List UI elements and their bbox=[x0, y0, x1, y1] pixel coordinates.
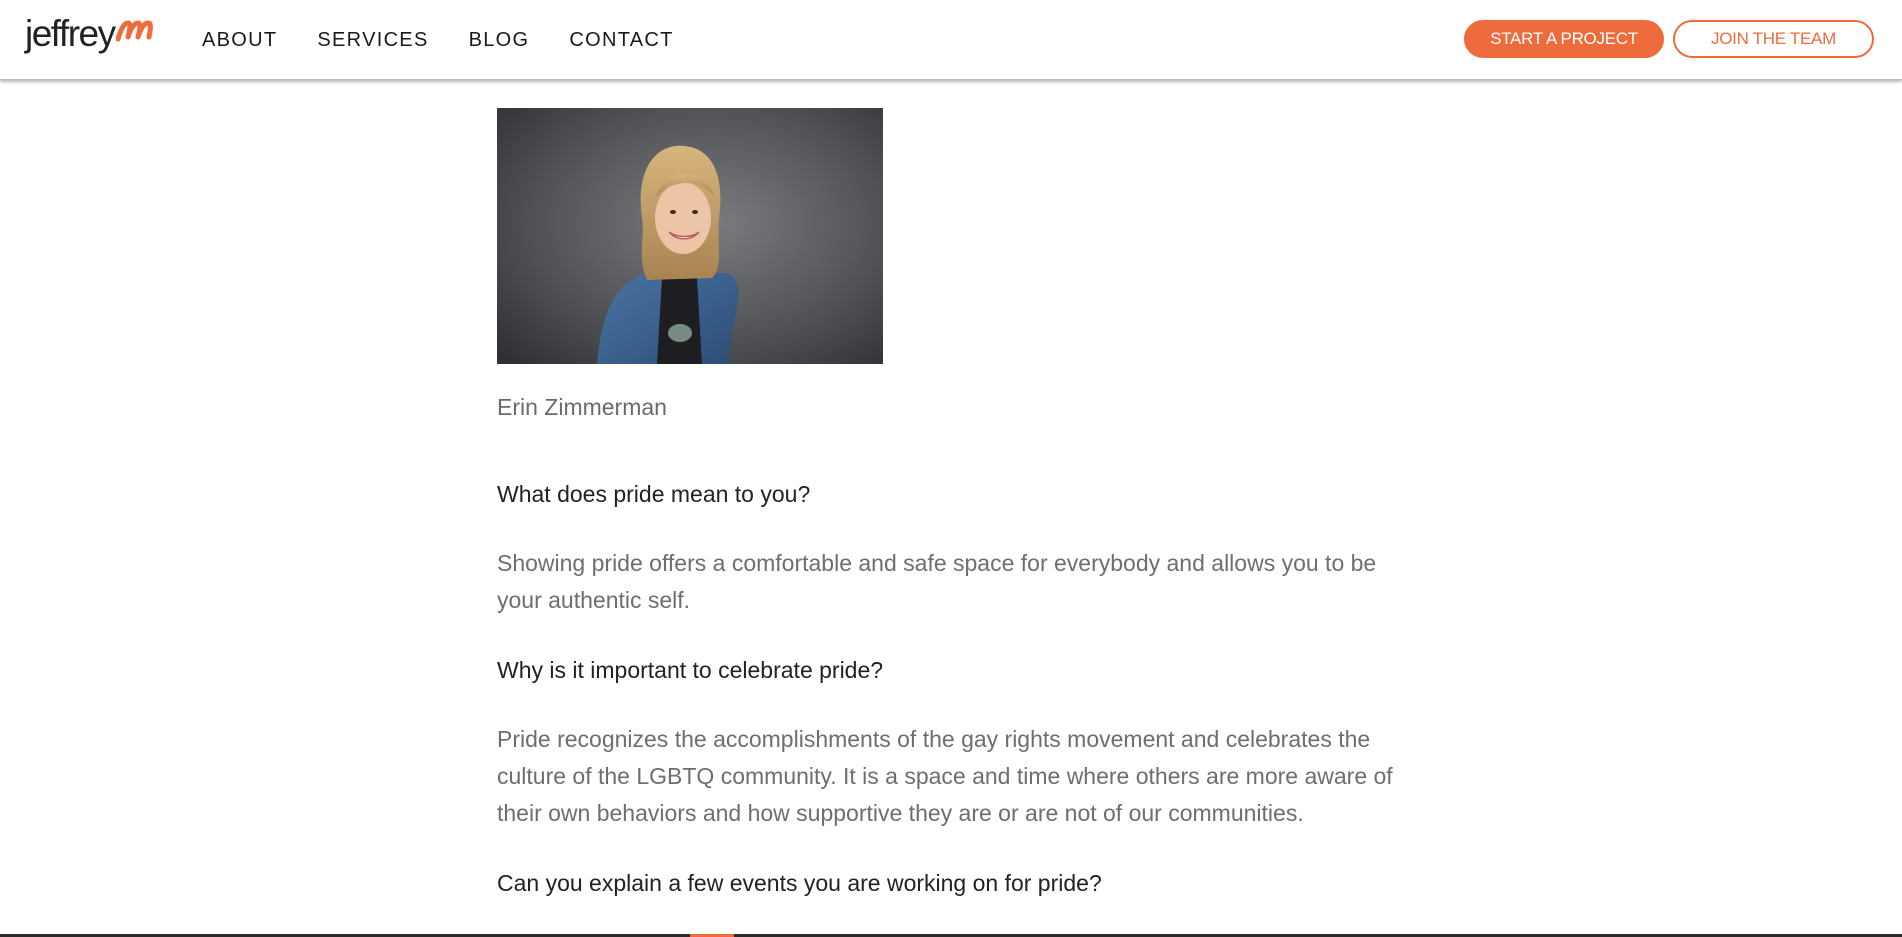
nav-about[interactable]: ABOUT bbox=[202, 28, 277, 52]
jeffrey-m-logo[interactable]: jeffrey bbox=[25, 14, 154, 58]
logo-wordmark: jeffrey bbox=[25, 13, 116, 54]
site-header: jeffrey ABOUT SERVICES BLOG CONTACT STAR… bbox=[0, 0, 1902, 80]
question-heading: Why is it important to celebrate pride? bbox=[497, 657, 884, 683]
start-project-button[interactable]: START A PROJECT bbox=[1464, 20, 1664, 58]
answer-paragraph: Showing pride offers a comfortable and s… bbox=[497, 550, 1377, 613]
portrait-photo bbox=[497, 108, 883, 364]
join-team-button[interactable]: JOIN THE TEAM bbox=[1673, 20, 1874, 58]
question-heading: Can you explain a few events you are wor… bbox=[497, 870, 1102, 896]
photo-caption: Erin Zimmerman bbox=[497, 394, 667, 420]
nav-contact[interactable]: CONTACT bbox=[569, 28, 673, 52]
answer-paragraph: Pride recognizes the accomplishments of … bbox=[497, 726, 1393, 826]
m-script-logo-icon bbox=[115, 20, 153, 42]
question-heading: What does pride mean to you? bbox=[497, 481, 811, 507]
article-content: Erin Zimmerman What does pride mean to y… bbox=[497, 108, 1417, 898]
nav-blog[interactable]: BLOG bbox=[469, 28, 530, 52]
main-nav: ABOUT SERVICES BLOG CONTACT bbox=[202, 28, 714, 52]
nav-services[interactable]: SERVICES bbox=[317, 28, 428, 52]
